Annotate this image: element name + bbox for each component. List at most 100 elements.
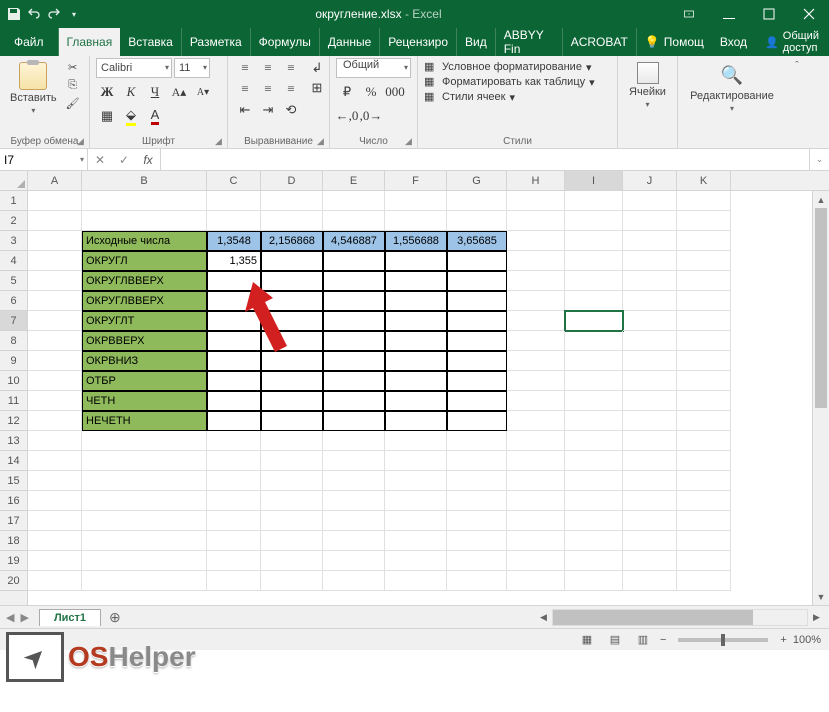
qat-dropdown-icon[interactable]: ▾ <box>66 6 82 22</box>
cell[interactable]: 1,3548 <box>207 231 261 251</box>
cell[interactable]: 1,556688 <box>385 231 447 251</box>
decrease-font-icon[interactable]: A▾ <box>192 82 214 102</box>
font-name-select[interactable]: Calibri▾ <box>96 58 172 78</box>
add-sheet-icon[interactable]: ⊕ <box>101 609 129 626</box>
align-right-icon[interactable]: ≡ <box>280 79 302 99</box>
col-header[interactable]: B <box>82 171 207 190</box>
close-icon[interactable] <box>789 0 829 28</box>
row-header[interactable]: 18 <box>0 531 27 551</box>
scroll-down-icon[interactable]: ▼ <box>813 588 829 605</box>
cell[interactable]: ОТБР <box>82 371 207 391</box>
cell[interactable]: 4,546887 <box>323 231 385 251</box>
row-header[interactable]: 3 <box>0 231 27 251</box>
expand-formula-bar-icon[interactable]: ⌄ <box>809 149 829 170</box>
align-left-icon[interactable]: ≡ <box>234 79 256 99</box>
fill-color-icon[interactable]: ⬙ <box>120 106 142 126</box>
scroll-up-icon[interactable]: ▲ <box>813 191 829 208</box>
number-format-select[interactable]: Общий▾ <box>336 58 411 78</box>
zoom-in-icon[interactable]: + <box>780 634 786 646</box>
copy-icon[interactable]: ⎘ <box>63 76 83 94</box>
tab-acrobat[interactable]: ACROBAT <box>563 28 637 56</box>
cell[interactable]: ОКРУГЛВВЕРХ <box>82 291 207 311</box>
row-header[interactable]: 16 <box>0 491 27 511</box>
align-middle-icon[interactable]: ≡ <box>257 58 279 78</box>
scroll-left-icon[interactable]: ◀ <box>535 609 552 626</box>
comma-format-icon[interactable]: 000 <box>384 82 406 102</box>
row-header[interactable]: 4 <box>0 251 27 271</box>
cell[interactable]: ОКРУГЛВВЕРХ <box>82 271 207 291</box>
next-sheet-icon[interactable]: ▶ <box>20 611 28 624</box>
cell[interactable]: Исходные числа <box>82 231 207 251</box>
page-layout-view-icon[interactable]: ▤ <box>604 631 626 649</box>
row-header[interactable]: 5 <box>0 271 27 291</box>
collapse-ribbon-icon[interactable]: ˆ <box>786 56 808 148</box>
increase-font-icon[interactable]: A▴ <box>168 82 190 102</box>
increase-indent-icon[interactable]: ⇥ <box>257 100 279 120</box>
row-header[interactable]: 8 <box>0 331 27 351</box>
col-header[interactable]: J <box>623 171 677 190</box>
row-header[interactable]: 17 <box>0 511 27 531</box>
selected-cell[interactable] <box>565 311 623 331</box>
name-box[interactable]: I7▾ <box>0 149 88 170</box>
row-header[interactable]: 7 <box>0 311 27 331</box>
col-header[interactable]: E <box>323 171 385 190</box>
horizontal-scrollbar[interactable]: ◀ ▶ <box>535 609 825 626</box>
dialog-launcher-icon[interactable]: ◢ <box>77 136 87 146</box>
col-header[interactable]: I <box>565 171 623 190</box>
col-header[interactable]: G <box>447 171 507 190</box>
wrap-text-icon[interactable]: ↲ <box>306 58 328 78</box>
editing-dropdown[interactable]: 🔍 Редактирование ▾ <box>684 58 780 117</box>
row-header[interactable]: 6 <box>0 291 27 311</box>
row-header[interactable]: 10 <box>0 371 27 391</box>
tab-layout[interactable]: Разметка <box>182 28 251 56</box>
prev-sheet-icon[interactable]: ◀ <box>6 611 14 624</box>
zoom-out-icon[interactable]: − <box>660 634 666 646</box>
scroll-thumb[interactable] <box>815 208 827 408</box>
tab-review[interactable]: Рецензиро <box>380 28 457 56</box>
col-header[interactable]: C <box>207 171 261 190</box>
col-header[interactable]: K <box>677 171 731 190</box>
font-color-icon[interactable]: A <box>144 106 166 126</box>
cell[interactable]: НЕЧЕТН <box>82 411 207 431</box>
col-header[interactable]: F <box>385 171 447 190</box>
row-header[interactable]: 1 <box>0 191 27 211</box>
row-header[interactable]: 13 <box>0 431 27 451</box>
scroll-thumb[interactable] <box>553 610 753 625</box>
align-bottom-icon[interactable]: ≡ <box>280 58 302 78</box>
italic-button[interactable]: К <box>120 82 142 102</box>
tab-file[interactable]: Файл <box>0 28 59 56</box>
row-header[interactable]: 15 <box>0 471 27 491</box>
col-header[interactable]: H <box>507 171 565 190</box>
col-header[interactable]: A <box>28 171 82 190</box>
vertical-scrollbar[interactable]: ▲ ▼ <box>812 191 829 605</box>
scroll-right-icon[interactable]: ▶ <box>808 609 825 626</box>
align-center-icon[interactable]: ≡ <box>257 79 279 99</box>
select-all-corner[interactable] <box>0 171 28 191</box>
dialog-launcher-icon[interactable]: ◢ <box>317 136 327 146</box>
decrease-indent-icon[interactable]: ⇤ <box>234 100 256 120</box>
percent-format-icon[interactable]: % <box>360 82 382 102</box>
cells-grid[interactable]: Исходные числа 1,3548 2,156868 4,546887 … <box>28 191 812 605</box>
underline-button[interactable]: Ч <box>144 82 166 102</box>
cancel-formula-icon[interactable]: ✕ <box>88 153 112 167</box>
sign-in[interactable]: Вход <box>712 35 755 49</box>
share-button[interactable]: 👤Общий доступ <box>755 30 829 54</box>
decrease-decimal-icon[interactable]: ,0→ <box>360 106 382 126</box>
zoom-slider[interactable] <box>678 638 768 642</box>
dialog-launcher-icon[interactable]: ◢ <box>405 136 415 146</box>
redo-icon[interactable] <box>46 6 62 22</box>
tab-data[interactable]: Данные <box>320 28 380 56</box>
merge-icon[interactable]: ⊞ <box>306 78 328 98</box>
cell[interactable]: ОКРУГЛ <box>82 251 207 271</box>
paste-button[interactable]: Вставить ▾ <box>6 58 61 134</box>
align-top-icon[interactable]: ≡ <box>234 58 256 78</box>
enter-formula-icon[interactable]: ✓ <box>112 153 136 167</box>
cell[interactable]: 3,65685 <box>447 231 507 251</box>
minimize-icon[interactable] <box>709 0 749 28</box>
orientation-icon[interactable]: ⟲ <box>280 100 302 120</box>
zoom-level[interactable]: 100% <box>793 634 821 646</box>
format-as-table-button[interactable]: ▦Форматировать как таблицу ▾ <box>424 75 611 89</box>
accounting-format-icon[interactable]: ₽ <box>336 82 358 102</box>
row-header[interactable]: 14 <box>0 451 27 471</box>
page-break-view-icon[interactable]: ▥ <box>632 631 654 649</box>
